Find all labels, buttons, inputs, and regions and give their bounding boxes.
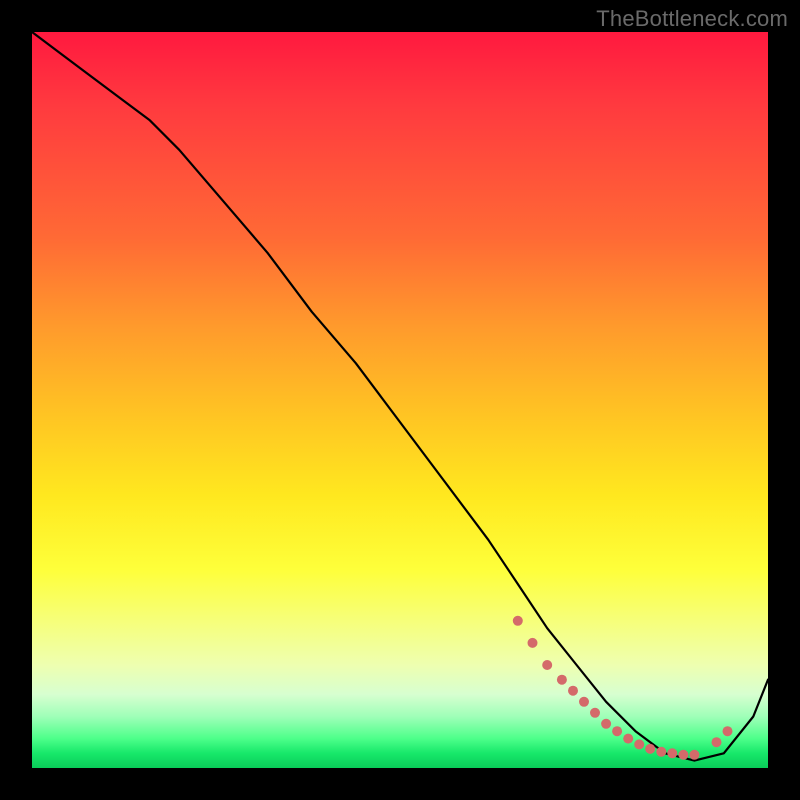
curve-marker [712, 737, 722, 747]
curve-marker [542, 660, 552, 670]
curve-marker [656, 747, 666, 757]
curve-marker [623, 734, 633, 744]
curve-marker [568, 686, 578, 696]
curve-marker [634, 739, 644, 749]
curve-marker [579, 697, 589, 707]
curve-marker [667, 748, 677, 758]
curve-marker [590, 708, 600, 718]
watermark-label: TheBottleneck.com [596, 6, 788, 32]
curve-marker [528, 638, 538, 648]
chart-frame: TheBottleneck.com [0, 0, 800, 800]
curve-svg [32, 32, 768, 768]
curve-marker [678, 750, 688, 760]
curve-marker [723, 726, 733, 736]
curve-marker [612, 726, 622, 736]
curve-marker [689, 750, 699, 760]
plot-area [32, 32, 768, 768]
curve-marker [557, 675, 567, 685]
curve-marker [601, 719, 611, 729]
curve-marker [513, 616, 523, 626]
bottleneck-curve [32, 32, 768, 761]
curve-markers [513, 616, 733, 760]
curve-marker [645, 744, 655, 754]
